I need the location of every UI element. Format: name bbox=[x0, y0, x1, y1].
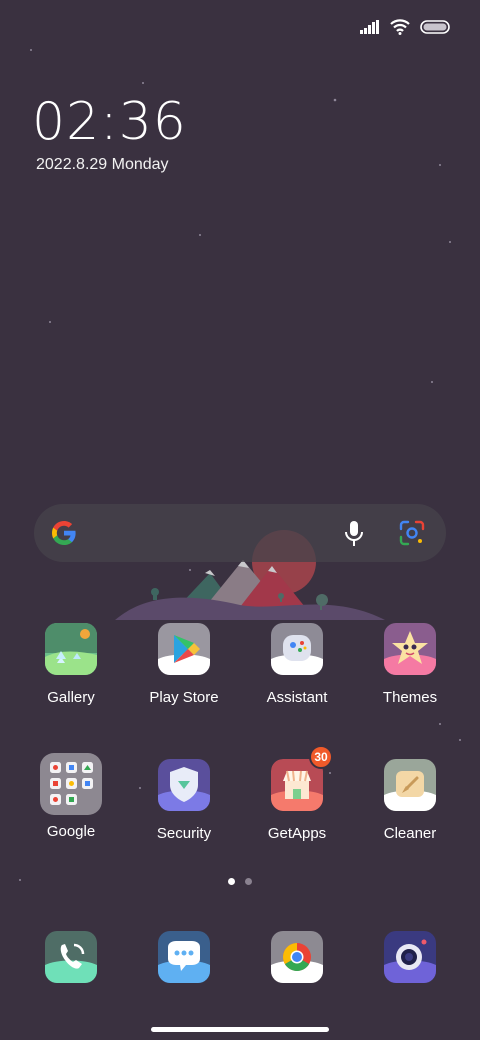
page-dot-active[interactable] bbox=[228, 878, 235, 885]
app-play-store[interactable]: Play Store bbox=[129, 623, 239, 706]
clock-time: 02:36 bbox=[32, 92, 187, 152]
themes-icon bbox=[384, 623, 436, 675]
signal-icon bbox=[360, 20, 379, 34]
page-dot[interactable] bbox=[245, 878, 252, 885]
app-cleaner[interactable]: Cleaner bbox=[355, 759, 465, 842]
home-indicator[interactable] bbox=[151, 1027, 329, 1032]
app-label: Cleaner bbox=[383, 825, 437, 842]
app-label: Themes bbox=[382, 689, 438, 706]
app-label: Security bbox=[156, 825, 212, 842]
app-security[interactable]: Security bbox=[129, 759, 239, 842]
assistant-icon bbox=[271, 623, 323, 675]
app-folder-google[interactable]: Google bbox=[16, 753, 126, 840]
cleaner-icon bbox=[384, 759, 436, 811]
notification-badge: 30 bbox=[309, 745, 333, 769]
getapps-icon: 30 bbox=[271, 745, 333, 811]
app-label: GetApps bbox=[267, 825, 327, 842]
app-getapps[interactable]: 30 GetApps bbox=[242, 745, 352, 842]
app-label: Assistant bbox=[266, 689, 328, 706]
page-indicator bbox=[228, 878, 252, 885]
app-themes[interactable]: Themes bbox=[355, 623, 465, 706]
play-store-icon bbox=[158, 623, 210, 675]
app-label: Google bbox=[46, 823, 96, 840]
phone-icon[interactable] bbox=[45, 931, 97, 983]
messages-icon[interactable] bbox=[158, 931, 210, 983]
battery-icon bbox=[420, 20, 450, 34]
gallery-icon bbox=[45, 623, 97, 675]
status-bar bbox=[360, 14, 450, 40]
google-g-icon bbox=[52, 521, 76, 545]
folder-icon bbox=[40, 753, 102, 815]
app-label: Gallery bbox=[47, 689, 95, 706]
lens-icon[interactable] bbox=[399, 520, 425, 546]
app-assistant[interactable]: Assistant bbox=[242, 623, 352, 706]
app-label: Play Store bbox=[149, 689, 219, 706]
security-icon bbox=[158, 759, 210, 811]
clock-date: 2022.8.29 Monday bbox=[36, 156, 169, 173]
microphone-icon[interactable] bbox=[343, 520, 365, 548]
app-gallery[interactable]: Gallery bbox=[16, 623, 126, 706]
chrome-icon[interactable] bbox=[271, 931, 323, 983]
wifi-icon bbox=[390, 19, 410, 35]
camera-icon[interactable] bbox=[384, 931, 436, 983]
google-search-bar[interactable] bbox=[34, 504, 446, 562]
